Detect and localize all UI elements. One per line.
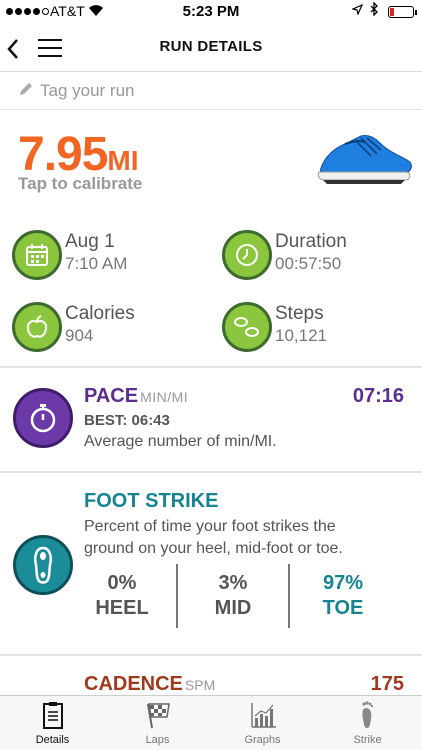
calories-value: 904 [65, 326, 94, 345]
heel-percent: 0% [107, 572, 137, 594]
mid-percent: 3% [218, 572, 248, 594]
cadence-unit: SPM [184, 677, 216, 693]
divider [0, 654, 422, 656]
shoe-image [315, 128, 415, 186]
pencil-icon [18, 81, 34, 102]
status-bar: AT&T 5:23 PM [0, 0, 422, 24]
stat-calories: Calories 904 [12, 302, 212, 352]
calibrate-link[interactable]: Tap to calibrate [18, 174, 142, 194]
divider [0, 471, 422, 473]
pace-value: 07:16 [352, 385, 404, 407]
tag-run-field[interactable]: Tag your run [0, 72, 422, 110]
tab-bar: Details Laps Graphs Strike [0, 695, 422, 750]
tab-graphs-label: Graphs [244, 734, 281, 746]
stopwatch-icon [13, 388, 73, 448]
tab-laps-label: Laps [145, 734, 170, 746]
clipboard-icon [43, 702, 63, 729]
toe-label: TOE [322, 597, 364, 619]
location-arrow-icon [351, 3, 364, 18]
pace-title-text: PACE [84, 385, 139, 407]
foot-strike-description: Percent of time your foot strikes the gr… [84, 518, 343, 557]
foot-insole-icon [13, 535, 73, 595]
mid-label: MID [214, 597, 252, 619]
pace-unit: MIN/MI [140, 389, 189, 405]
tab-details[interactable]: Details [0, 696, 105, 750]
pace-description: Average number of min/MI. [84, 433, 277, 450]
steps-label: Steps [275, 303, 324, 324]
footprint-icon [362, 701, 374, 728]
foot-strike-toe: 97% TOE [293, 572, 393, 620]
stat-date: Aug 1 7:10 AM [12, 230, 212, 280]
page-title: RUN DETAILS [159, 38, 263, 55]
column-separator [288, 564, 290, 628]
heel-label: HEEL [95, 597, 149, 619]
tab-graphs[interactable]: Graphs [210, 696, 315, 750]
apple-icon [12, 302, 62, 352]
cadence-title: CADENCE SPM [84, 673, 215, 696]
duration-value: 00:57:50 [275, 254, 342, 273]
date-label: Aug 1 [65, 231, 115, 252]
toe-percent: 97% [322, 572, 364, 594]
foot-strike-title: FOOT STRIKE [84, 490, 219, 512]
stat-duration: Duration 00:57:50 [222, 230, 422, 280]
bar-graph-icon [251, 703, 276, 728]
calories-label: Calories [65, 303, 135, 324]
cadence-title-text: CADENCE [84, 673, 183, 695]
tab-laps[interactable]: Laps [105, 696, 210, 750]
distance-unit: MI [107, 145, 139, 176]
steps-value: 10,121 [275, 326, 327, 345]
cadence-value: 175 [370, 673, 404, 695]
tag-run-placeholder[interactable]: Tag your run [40, 81, 135, 101]
tab-strike-label: Strike [353, 734, 382, 746]
footsteps-icon [222, 302, 272, 352]
pace-best: BEST: 06:43 [84, 412, 170, 429]
foot-strike-mid: 3% MID [183, 572, 283, 620]
checkered-flag-icon [147, 703, 170, 729]
divider [0, 366, 422, 368]
calendar-icon [12, 230, 62, 280]
column-separator [176, 564, 178, 628]
tab-strike[interactable]: Strike [315, 696, 420, 750]
clock-icon [222, 230, 272, 280]
navigation-bar: RUN DETAILS [0, 24, 422, 72]
start-time-value: 7:10 AM [65, 254, 128, 273]
duration-label: Duration [275, 231, 347, 252]
bluetooth-icon [370, 1, 379, 19]
tab-details-label: Details [35, 734, 70, 746]
battery-icon [388, 6, 417, 18]
stat-steps: Steps 10,121 [222, 302, 422, 352]
pace-title: PACE MIN/MI [84, 385, 188, 408]
foot-strike-heel: 0% HEEL [72, 572, 172, 620]
